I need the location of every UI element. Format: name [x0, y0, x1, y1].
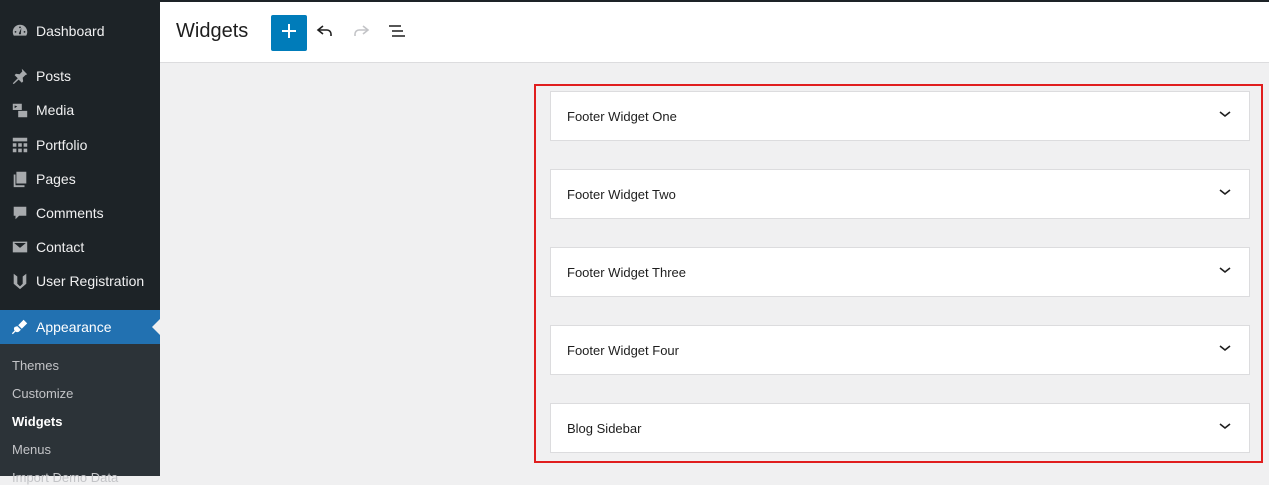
submenu-item-import-demo-data[interactable]: Import Demo Data	[12, 470, 118, 485]
comment-icon	[0, 196, 36, 230]
sidebar-item-label: User Registration	[36, 273, 145, 289]
paintbrush-icon	[0, 310, 36, 344]
undo-icon	[315, 21, 335, 46]
sidebar-item-comments[interactable]: Comments	[0, 196, 160, 230]
submenu-item-widgets[interactable]: Widgets	[12, 414, 62, 429]
redo-button[interactable]	[343, 15, 379, 51]
sidebar-item-label: Dashboard	[36, 23, 105, 39]
widget-area-footer-widget-one[interactable]: Footer Widget One	[550, 91, 1250, 141]
admin-sidebar: Dashboard Posts Media Portfolio Pages Co…	[0, 0, 160, 485]
redo-icon	[351, 21, 371, 46]
submenu-item-themes[interactable]: Themes	[12, 358, 59, 373]
widget-area-title: Footer Widget Four	[567, 342, 679, 358]
widget-area-blog-sidebar[interactable]: Blog Sidebar	[550, 403, 1250, 453]
sidebar-item-pages[interactable]: Pages	[0, 162, 160, 196]
list-view-button[interactable]	[379, 15, 415, 51]
submenu-item-menus[interactable]: Menus	[12, 442, 51, 457]
plus-icon	[279, 21, 299, 46]
widget-area-title: Footer Widget Three	[567, 264, 686, 280]
widget-area-footer-widget-two[interactable]: Footer Widget Two	[550, 169, 1250, 219]
widget-area-title: Blog Sidebar	[567, 420, 642, 436]
chevron-down-icon[interactable]	[1217, 184, 1233, 205]
active-menu-arrow	[152, 319, 160, 335]
widget-area-footer-widget-four[interactable]: Footer Widget Four	[550, 325, 1250, 375]
sidebar-item-label: Contact	[36, 239, 85, 255]
editor-header: Widgets	[160, 0, 1269, 63]
mail-icon	[0, 230, 36, 264]
sidebar-item-label: Portfolio	[36, 137, 88, 153]
sidebar-item-media[interactable]: Media	[0, 93, 160, 127]
widget-area-title: Footer Widget One	[567, 108, 677, 124]
chevron-down-icon[interactable]	[1217, 106, 1233, 127]
user-registration-icon	[0, 264, 36, 298]
sidebar-item-label: Media	[36, 102, 75, 118]
sidebar-item-dashboard[interactable]: Dashboard	[0, 14, 160, 48]
sidebar-item-user-registration[interactable]: User Registration	[0, 264, 160, 298]
list-view-icon	[387, 21, 407, 46]
sidebar-item-appearance[interactable]: Appearance	[0, 310, 160, 344]
sidebar-item-portfolio[interactable]: Portfolio	[0, 128, 160, 162]
sidebar-item-label: Comments	[36, 205, 104, 221]
dashboard-icon	[0, 14, 36, 48]
sidebar-item-contact[interactable]: Contact	[0, 230, 160, 264]
sidebar-item-label: Appearance	[36, 319, 112, 335]
sidebar-item-label: Pages	[36, 171, 76, 187]
widget-area-footer-widget-three[interactable]: Footer Widget Three	[550, 247, 1250, 297]
pin-icon	[0, 59, 36, 93]
undo-button[interactable]	[307, 15, 343, 51]
chevron-down-icon[interactable]	[1217, 262, 1233, 283]
pages-icon	[0, 162, 36, 196]
page-title: Widgets	[176, 20, 249, 42]
sidebar-item-label: Posts	[36, 68, 72, 84]
submenu-item-customize[interactable]: Customize	[12, 386, 73, 401]
grid-icon	[0, 128, 36, 162]
widget-area-title: Footer Widget Two	[567, 186, 676, 202]
media-icon	[0, 93, 36, 127]
appearance-submenu: Themes Customize Widgets Menus Import De…	[0, 344, 160, 485]
chevron-down-icon[interactable]	[1217, 418, 1233, 439]
sidebar-item-posts[interactable]: Posts	[0, 59, 160, 93]
chevron-down-icon[interactable]	[1217, 340, 1233, 361]
add-block-button[interactable]	[271, 15, 307, 51]
